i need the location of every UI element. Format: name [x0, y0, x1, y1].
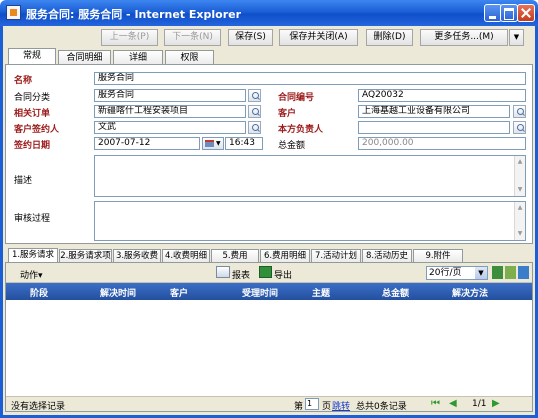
chevron-down-icon: ▼ — [513, 33, 520, 41]
order-label: 相关订单 — [14, 109, 51, 119]
tab-expense[interactable]: 5.费用 — [211, 249, 259, 263]
ie-app-icon — [6, 5, 21, 20]
calendar-icon — [205, 140, 214, 147]
column-header-stage[interactable]: 阶段 — [30, 286, 48, 299]
next-record-button[interactable]: 下一条(N) — [164, 29, 221, 46]
status-bar: 没有选择记录 第 1 页 跳转 总共0条记录 ⏮ ◀ 1/1 ▶ — [6, 396, 532, 412]
tab-charge-detail[interactable]: 4.收费明细 — [162, 249, 210, 263]
description-label: 描述 — [14, 176, 33, 186]
review-textarea[interactable]: ▲ ▼ — [94, 201, 526, 241]
page-number-input[interactable]: 1 — [305, 398, 319, 410]
description-scrollbar[interactable]: ▲ ▼ — [514, 156, 525, 196]
owner-label: 本方负责人 — [278, 125, 324, 135]
refresh-icon[interactable] — [518, 266, 529, 279]
category-field[interactable]: 服务合同 — [94, 89, 246, 102]
report-button[interactable]: 报表 — [232, 268, 250, 281]
tab-activity-history[interactable]: 8.活动历史 — [362, 249, 412, 263]
review-label: 审核过程 — [14, 214, 51, 224]
customer-lookup-icon[interactable] — [513, 105, 526, 118]
signer-lookup-icon[interactable] — [248, 121, 261, 134]
grid-toolbar: 动作▾ 报表 导出 20行/页 ▼ — [6, 263, 532, 283]
page-size-select[interactable]: 20行/页 ▼ — [426, 266, 488, 280]
calendar-picker-button[interactable]: ▼ — [202, 137, 224, 150]
scroll-up-icon[interactable]: ▲ — [515, 157, 525, 167]
owner-lookup-icon[interactable] — [513, 121, 526, 134]
tab-activity-plan[interactable]: 7.活动计划 — [311, 249, 361, 263]
tab-detail[interactable]: 详细 — [113, 50, 163, 65]
amount-field: 200,000.00 — [358, 137, 526, 150]
chevron-down-icon: ▼ — [475, 267, 487, 279]
more-tasks-button[interactable]: 更多任务...(M) — [420, 29, 508, 46]
description-textarea[interactable]: ▲ ▼ — [94, 155, 526, 197]
form-panel: 名称 服务合同 合同分类 服务合同 合同编号 AQ20032 相关订单 新疆喀什… — [5, 64, 533, 244]
date-label: 签约日期 — [14, 141, 51, 151]
page-info: 1/1 — [472, 399, 487, 409]
column-header-total-amount[interactable]: 总金额 — [382, 286, 409, 299]
contract-no-label: 合同编号 — [278, 93, 315, 103]
tab-general[interactable]: 常规 — [8, 48, 56, 65]
add-record-icon[interactable] — [492, 266, 503, 279]
prev-page-icon[interactable]: ◀ — [449, 398, 461, 410]
tab-service-charge[interactable]: 3.服务收费 — [113, 249, 161, 263]
page-prefix: 第 — [294, 402, 304, 412]
total-count: 总共0条记录 — [356, 402, 407, 412]
name-field[interactable]: 服务合同 — [94, 72, 526, 85]
scroll-down-icon[interactable]: ▼ — [515, 229, 525, 239]
next-page-icon[interactable]: ▶ — [492, 398, 504, 410]
jump-link[interactable]: 跳转 — [332, 399, 350, 412]
column-header-customer[interactable]: 客户 — [170, 286, 188, 299]
column-header-resolution[interactable]: 解决方法 — [452, 286, 488, 299]
date-field[interactable]: 2007-07-12 — [94, 137, 200, 150]
grid-header: 阶段 解决时间 客户 受理时间 主题 总金额 解决方法 — [6, 283, 532, 300]
amount-label: 总金额 — [278, 141, 306, 151]
more-dropdown-button[interactable]: ▼ — [509, 29, 524, 46]
signer-field[interactable]: 文武 — [94, 121, 246, 134]
tab-permissions[interactable]: 权限 — [165, 50, 214, 65]
tab-contract-detail[interactable]: 合同明细 — [58, 50, 111, 65]
column-header-subject[interactable]: 主题 — [312, 286, 330, 299]
tab-attachments[interactable]: 9.附件 — [413, 249, 463, 263]
customer-field[interactable]: 上海基越工业设备有限公司 — [358, 105, 510, 118]
first-page-icon[interactable]: ⏮ — [431, 398, 443, 410]
maximize-button[interactable] — [500, 4, 518, 22]
column-header-resolve-time[interactable]: 解决时间 — [100, 286, 136, 299]
status-text: 没有选择记录 — [11, 402, 66, 412]
owner-field[interactable] — [358, 121, 510, 134]
excel-export-icon — [259, 266, 272, 278]
order-lookup-icon[interactable] — [248, 105, 261, 118]
scroll-down-icon[interactable]: ▼ — [515, 185, 525, 195]
scroll-up-icon[interactable]: ▲ — [515, 203, 525, 213]
review-scrollbar[interactable]: ▲ ▼ — [514, 202, 525, 240]
close-button[interactable] — [517, 4, 535, 22]
tab-expense-detail[interactable]: 6.费用明细 — [260, 249, 310, 263]
name-label: 名称 — [14, 76, 33, 86]
customer-label: 客户 — [278, 109, 297, 119]
report-icon — [216, 266, 230, 278]
action-menu[interactable]: 动作▾ — [20, 268, 43, 281]
window-title: 服务合同: 服务合同 - Internet Explorer — [26, 8, 242, 21]
order-field[interactable]: 新疆喀什工程安装项目 — [94, 105, 246, 118]
column-header-accept-time[interactable]: 受理时间 — [242, 286, 278, 299]
tab-service-request[interactable]: 1.服务请求 — [8, 248, 58, 263]
title-bar: 服务合同: 服务合同 - Internet Explorer — [0, 0, 538, 26]
save-close-button[interactable]: 保存并关闭(A) — [279, 29, 358, 46]
category-label: 合同分类 — [14, 93, 51, 103]
time-field[interactable]: 16:43 — [225, 137, 263, 150]
contract-no-field[interactable]: AQ20032 — [358, 89, 526, 102]
page-suffix: 页 — [322, 402, 332, 412]
tab-service-request-item[interactable]: 2.服务请求项 — [59, 249, 112, 263]
export-button[interactable]: 导出 — [274, 268, 292, 281]
prev-record-button[interactable]: 上一条(P) — [101, 29, 158, 46]
signer-label: 客户签约人 — [14, 125, 60, 135]
page-size-value: 20行/页 — [429, 268, 462, 278]
grid-panel: 动作▾ 报表 导出 20行/页 ▼ 阶段 解决时间 客户 受理时间 主题 总金额… — [5, 262, 533, 412]
category-lookup-icon[interactable] — [248, 89, 261, 102]
save-button[interactable]: 保存(S) — [228, 29, 273, 46]
delete-button[interactable]: 删除(D) — [366, 29, 413, 46]
chevron-down-icon: ▼ — [216, 140, 221, 147]
copy-record-icon[interactable] — [505, 266, 516, 279]
